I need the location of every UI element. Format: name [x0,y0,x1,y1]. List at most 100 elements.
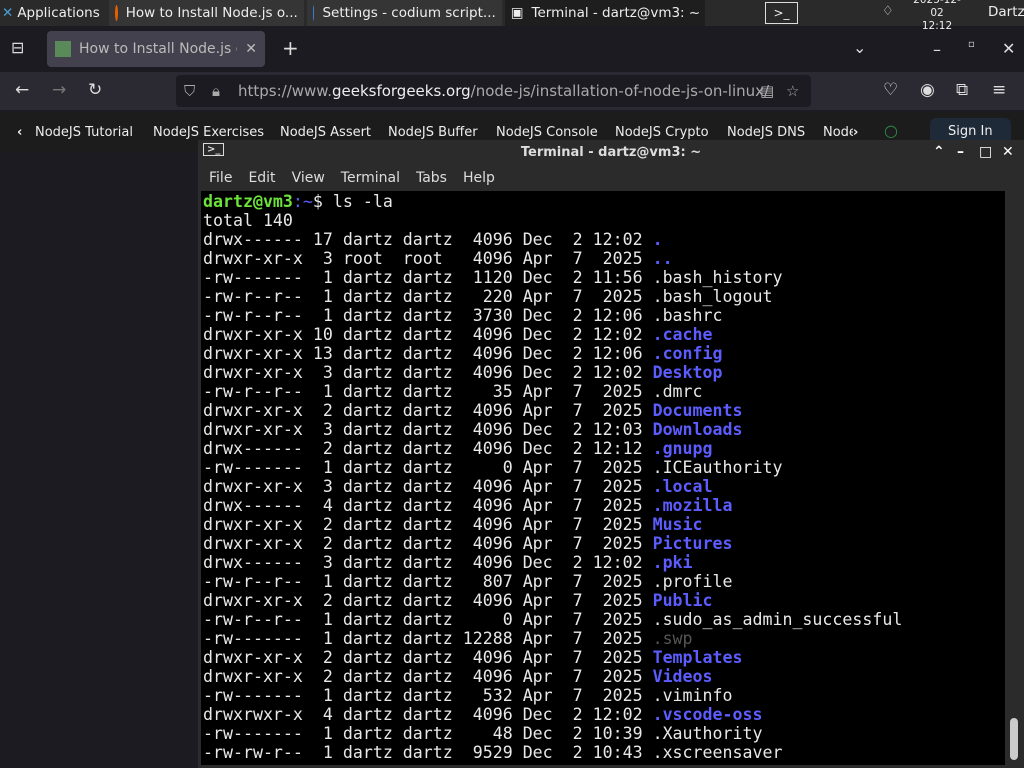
listing-row: drwxr-xr-x 2 dartz dartz 4096 Apr 7 2025… [203,648,1003,667]
terminal-icon: ▣ [510,5,524,21]
scrollbar-thumb[interactable] [1010,718,1018,760]
file-name: .local [652,477,713,496]
back-icon[interactable]: ← [15,80,29,100]
menu-edit[interactable]: Edit [248,170,275,186]
top-panel: ✕ Applications How to Install Node.js o..… [0,0,1024,32]
file-meta: -rw------- 1 dartz dartz 48 Dec 2 10:39 [203,724,653,743]
nav-link[interactable]: NodeJS Assert [280,125,371,140]
menu-view[interactable]: View [292,170,325,186]
menu-help[interactable]: Help [463,170,495,186]
file-meta: -rw------- 1 dartz dartz 1120 Dec 2 11:5… [203,268,653,287]
listing-row: -rw-r--r-- 1 dartz dartz 220 Apr 7 2025 … [203,287,1003,306]
shield-icon: ⛉ [184,82,196,100]
file-name: . [652,230,663,249]
listing-row: drwx------ 4 dartz dartz 4096 Apr 7 2025… [203,496,1003,515]
task-terminal[interactable]: ▣ Terminal - dartz@vm3: ~ [504,0,705,26]
search-icon[interactable]: ○ [884,121,898,140]
scroll-right-icon[interactable]: › [853,125,858,140]
terminal-launcher-icon[interactable]: >_ [765,2,798,24]
listing-row: drwxr-xr-x 2 dartz dartz 4096 Apr 7 2025… [203,534,1003,553]
file-meta: drwxr-xr-x 3 dartz dartz 4096 Dec 2 12:0… [203,420,653,439]
file-meta: drwxr-xr-x 13 dartz dartz 4096 Dec 2 12:… [203,344,653,363]
file-meta: drwxr-xr-x 2 dartz dartz 4096 Apr 7 2025 [203,667,653,686]
nav-link[interactable]: NodeJS Tutorial [35,125,133,140]
terminal-title: Terminal - dartz@vm3: ~ [520,145,702,160]
listing-row: drwxr-xr-x 2 dartz dartz 4096 Apr 7 2025… [203,591,1003,610]
applications-menu[interactable]: ✕ Applications [0,0,106,26]
task-firefox[interactable]: How to Install Node.js o... [108,0,304,26]
file-name: .sudo_as_admin_successful [652,610,903,629]
file-meta: drwxr-xr-x 2 dartz dartz 4096 Apr 7 2025 [203,591,653,610]
menu-file[interactable]: File [209,170,232,186]
notification-bell-icon[interactable]: ♢ [882,4,898,22]
clock[interactable]: 2025-12-0212:12 [910,0,964,32]
close-button[interactable]: ✕ [1002,144,1014,160]
shade-button[interactable]: ⌃ [933,144,945,160]
account-icon[interactable]: ◉ [920,80,935,100]
scroll-left-icon[interactable]: ‹ [17,125,22,140]
file-name: .bash_history [652,268,783,287]
maximize-button[interactable]: □ [979,144,992,160]
menu-icon[interactable]: ≡ [992,80,1006,100]
tab-list-icon[interactable]: ⊟ [11,38,24,57]
terminal-menubar: File Edit View Terminal Tabs Help [198,165,1024,190]
extensions-icon[interactable]: ⧉ [956,80,968,100]
browser-tab-bar: ⊟ How to Install Node.js or ✕ + ⌄ – ▫ ✕ [0,26,1024,72]
pocket-icon[interactable]: ♡ [883,80,898,100]
file-name: .. [652,249,673,268]
maximize-button[interactable]: ▫ [968,39,975,50]
file-meta: drwx------ 17 dartz dartz 4096 Dec 2 12:… [203,230,653,249]
lock-icon: 🔒︎ [212,82,220,100]
listing-row: drwxr-xr-x 2 dartz dartz 4096 Apr 7 2025… [203,667,1003,686]
listing-row: drwxr-xr-x 3 dartz dartz 4096 Dec 2 12:0… [203,420,1003,439]
file-meta: -rw-r--r-- 1 dartz dartz 220 Apr 7 2025 [203,287,653,306]
menu-tabs[interactable]: Tabs [416,170,447,186]
browser-tab[interactable]: How to Install Node.js or ✕ [47,31,265,67]
close-window-button[interactable]: ✕ [1002,39,1015,58]
clock-time: 12:12 [921,19,953,32]
minimize-button[interactable]: – [957,144,964,160]
file-name: .ICEauthority [652,458,783,477]
file-meta: -rw------- 1 dartz dartz 532 Apr 7 2025 [203,686,653,705]
bookmark-star-icon[interactable]: ☆ [786,82,799,100]
forward-icon[interactable]: → [52,80,66,100]
listing-row: drwxr-xr-x 3 dartz dartz 4096 Dec 2 12:0… [203,363,1003,382]
nav-link[interactable]: NodeJS Buffer [388,125,478,140]
listing-row: -rw------- 1 dartz dartz 48 Dec 2 10:39 … [203,724,1003,743]
terminal-output[interactable]: dartz@vm3:~$ ls -la total 140 drwx------ 1… [201,191,1005,765]
tab-overflow-icon[interactable]: ⌄ [853,38,866,57]
total-line: total 140 [203,211,293,230]
file-name: .pki [652,553,693,572]
menu-terminal[interactable]: Terminal [341,170,400,186]
gfg-favicon [55,41,71,57]
file-name: .vscode-oss [652,705,763,724]
terminal-scrollbar[interactable] [1008,191,1020,765]
file-name: Downloads [652,420,743,439]
nav-link[interactable]: NodeJS Console [496,125,598,140]
nav-link[interactable]: Node [823,125,853,140]
nav-link[interactable]: NodeJS DNS [727,125,805,140]
listing-row: drwx------ 17 dartz dartz 4096 Dec 2 12:… [203,230,1003,249]
new-tab-button[interactable]: + [282,36,299,60]
terminal-titlebar[interactable]: >_ Terminal - dartz@vm3: ~ ⌃ – □ ✕ [198,140,1024,165]
file-meta: drwxr-xr-x 3 dartz dartz 4096 Apr 7 2025 [203,477,653,496]
close-tab-icon[interactable]: ✕ [245,41,257,57]
applications-label: Applications [17,5,100,21]
reload-icon[interactable]: ↻ [88,80,102,100]
reader-view-icon[interactable]: ▤ [760,82,774,100]
file-meta: drwx------ 4 dartz dartz 4096 Apr 7 2025 [203,496,653,515]
prompt-line: dartz@vm3:~$ ls -la [203,192,393,211]
file-meta: drwxr-xr-x 10 dartz dartz 4096 Dec 2 12:… [203,325,653,344]
nav-link[interactable]: NodeJS Exercises [153,125,264,140]
file-name: Pictures [652,534,733,553]
nav-link[interactable]: NodeJS Crypto [615,125,709,140]
file-meta: drwxr-xr-x 2 dartz dartz 4096 Apr 7 2025 [203,648,653,667]
url-bar[interactable]: ⛉ 🔒︎ https://www. geeksforgeeks.org/node-… [176,75,811,107]
listing-row: -rw------- 1 dartz dartz 532 Apr 7 2025 … [203,686,1003,705]
task-codium[interactable]: Settings - codium script... [306,0,502,26]
listing-row: drwxr-xr-x 13 dartz dartz 4096 Dec 2 12:… [203,344,1003,363]
listing-row: drwxr-xr-x 10 dartz dartz 4096 Dec 2 12:… [203,325,1003,344]
navigation-bar: ← → ↻ ⛉ 🔒︎ https://www. geeksforgeeks.org… [0,72,1024,110]
user-menu[interactable]: Dartz [988,4,1024,20]
minimize-button[interactable]: – [933,40,941,59]
